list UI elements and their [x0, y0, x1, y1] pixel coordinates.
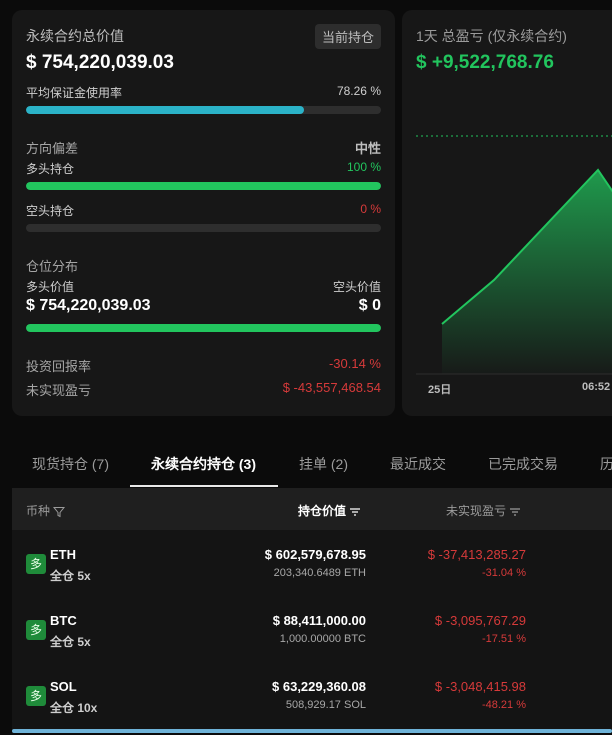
row-symbol: ETH	[50, 547, 76, 562]
bias-value: 中性	[354, 141, 381, 156]
short-position-bar	[26, 224, 381, 232]
long-position-label: 多头持仓	[26, 162, 75, 176]
roi-label: 投资回报率	[26, 359, 92, 374]
margin-usage-bar	[26, 106, 381, 114]
margin-label: 平均保证金使用率	[26, 86, 123, 100]
x-tick-1: 06:52	[582, 381, 611, 393]
x-tick-0: 25日	[428, 384, 452, 396]
filter-icon[interactable]	[53, 504, 66, 518]
row-unrealized-pnl: $ -37,413,285.27	[427, 547, 526, 562]
tab-completed-trades[interactable]: 已完成交易	[488, 454, 558, 474]
long-position-fill	[26, 182, 381, 190]
short-value-label: 空头价值	[332, 280, 381, 294]
distribution-label: 仓位分布	[26, 259, 79, 274]
unrealized-pnl-label: 未实现盈亏	[26, 383, 92, 398]
short-position-label: 空头持仓	[26, 204, 75, 218]
active-tab-underline	[130, 485, 278, 487]
position-tabs: 现货持仓 (7) 永续合约持仓 (3) 挂单 (2) 最近成交 已完成交易 历	[0, 430, 612, 487]
perp-summary-card: 永续合约总价值 当前持仓 $ 754,220,039.03 平均保证金使用率 7…	[12, 10, 395, 416]
row-position-value: $ 602,579,678.95	[264, 547, 366, 562]
column-position-value-label: 持仓价值	[298, 504, 347, 518]
row-unrealized-pnl-percent: -31.04 %	[481, 567, 526, 579]
column-coin[interactable]: 币种	[26, 502, 66, 519]
tab-recent-trades[interactable]: 最近成交	[390, 454, 446, 474]
positions-table: 多 ETH 全仓 5x $ 602,579,678.95 203,340.648…	[12, 530, 612, 730]
row-unrealized-pnl-percent: -17.51 %	[481, 633, 526, 645]
column-unrealized-pnl-label: 未实现盈亏	[446, 504, 507, 518]
long-value: $ 754,220,039.03	[26, 297, 151, 314]
distribution-long-fill	[26, 324, 381, 332]
roi-value: -30.14 %	[328, 356, 381, 371]
row-position-size: 1,000.00000 BTC	[279, 633, 366, 645]
row-symbol: BTC	[50, 613, 77, 628]
margin-usage-fill	[26, 106, 304, 114]
bias-label: 方向偏差	[26, 141, 79, 156]
row-unrealized-pnl-percent: -48.21 %	[481, 699, 526, 711]
row-symbol: SOL	[50, 679, 77, 694]
row-position-size: 203,340.6489 ETH	[273, 567, 366, 579]
tab-spot-holdings[interactable]: 现货持仓 (7)	[32, 454, 109, 474]
tab-open-orders[interactable]: 挂单 (2)	[299, 454, 348, 474]
total-value: $ 754,220,039.03	[26, 52, 174, 73]
long-side-badge: 多	[26, 620, 46, 640]
summary-title: 永续合约总价值	[26, 28, 124, 44]
horizontal-scrollbar[interactable]	[12, 729, 612, 733]
row-position-value: $ 88,411,000.00	[272, 613, 366, 628]
pnl-chart	[416, 135, 612, 375]
unrealized-pnl-value: $ -43,557,468.54	[282, 380, 381, 395]
row-unrealized-pnl: $ -3,048,415.98	[434, 679, 526, 694]
table-header: 币种 持仓价值 未实现盈亏	[12, 488, 612, 530]
table-row[interactable]: 多 BTC 全仓 5x $ 88,411,000.00 1,000.00000 …	[12, 596, 612, 662]
column-coin-label: 币种	[26, 504, 51, 518]
row-leverage: 全仓 10x	[50, 701, 98, 715]
row-unrealized-pnl: $ -3,095,767.29	[434, 613, 526, 628]
sort-icon[interactable]	[509, 504, 521, 518]
tab-history[interactable]: 历	[600, 454, 612, 474]
distribution-bar	[26, 324, 381, 332]
long-value-label: 多头价值	[26, 280, 75, 294]
column-unrealized-pnl[interactable]: 未实现盈亏	[446, 502, 521, 519]
long-position-bar	[26, 182, 381, 190]
margin-percent: 78.26 %	[336, 84, 381, 98]
column-position-value[interactable]: 持仓价值	[298, 502, 361, 519]
pnl-area-fill	[442, 170, 612, 374]
long-position-percent: 100 %	[346, 160, 381, 174]
table-row[interactable]: 多 SOL 全仓 10x $ 63,229,360.08 508,929.17 …	[12, 662, 612, 728]
current-position-badge[interactable]: 当前持仓	[314, 24, 381, 49]
long-side-badge: 多	[26, 686, 46, 706]
long-side-badge: 多	[26, 554, 46, 574]
row-position-value: $ 63,229,360.08	[272, 679, 366, 694]
short-position-percent: 0 %	[360, 202, 381, 216]
sort-icon[interactable]	[349, 504, 361, 518]
short-value: $ 0	[358, 297, 381, 314]
row-leverage: 全仓 5x	[50, 635, 91, 649]
tab-perp-positions[interactable]: 永续合约持仓 (3)	[151, 454, 256, 474]
row-leverage: 全仓 5x	[50, 569, 91, 583]
row-position-size: 508,929.17 SOL	[285, 699, 366, 711]
table-row[interactable]: 多 ETH 全仓 5x $ 602,579,678.95 203,340.648…	[12, 530, 612, 596]
daily-pnl-card: 1天 总盈亏 (仅永续合约) $ +9,522,768.76 25日 06:52	[402, 10, 612, 416]
